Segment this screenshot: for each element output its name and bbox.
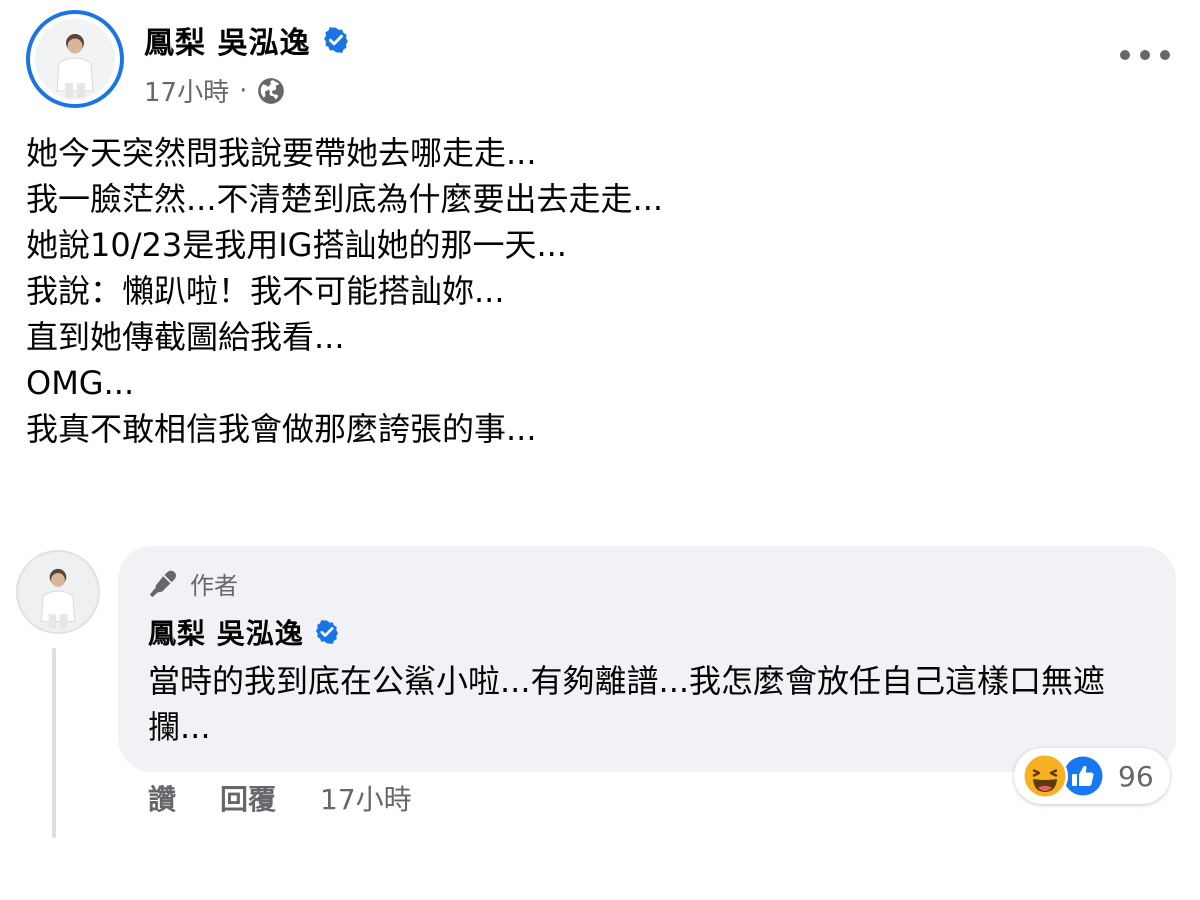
comment-timestamp[interactable]: 17小時 [320,778,412,818]
post-author-avatar[interactable] [26,10,124,108]
comment-actions: 讚 回覆 17小時 [148,778,412,818]
post-timestamp[interactable]: 17小時 [144,72,229,109]
post-text-line: 我一臉茫然...不清楚到底為什麼要出去走走... [26,180,664,218]
comment-bubble: 作者 鳳梨 吳泓逸 當時的我到底在公鯊小啦...有夠離譜...我怎麼會放任自己這… [118,546,1176,772]
verified-badge-icon [324,27,349,53]
post-text-line: 直到她傳截圖給我看... [26,318,345,356]
author-badge: 作者 [148,566,238,601]
person-avatar-icon [21,555,95,629]
reactions-summary[interactable]: 96 [1014,748,1170,804]
globe-icon[interactable] [257,77,285,105]
verified-badge-icon [315,620,338,644]
post-body: 她今天突然問我說要帶她去哪走走... 我一臉茫然...不清楚到底為什麼要出去走走… [26,130,1166,452]
dot-icon [1140,50,1150,60]
post-text-line: 我說：懶趴啦！我不可能搭訕妳... [26,272,505,310]
post-header: 鳳梨 吳泓逸 17小時 · [26,10,1176,110]
post-text-line: 她說10/23是我用IG搭訕她的那一天... [26,226,567,264]
haha-icon [1022,753,1068,799]
comment-thread-line [52,648,56,838]
post-meta: 17小時 · [144,72,285,109]
comment-author-name[interactable]: 鳳梨 吳泓逸 [148,612,304,652]
like-button[interactable]: 讚 [148,778,176,818]
more-options-button[interactable] [1120,40,1170,70]
author-badge-label: 作者 [190,572,238,600]
reply-button[interactable]: 回覆 [220,778,276,818]
dot-icon [1160,50,1170,60]
post-text-line: 她今天突然問我說要帶她去哪走走... [26,134,537,172]
person-avatar-icon [35,19,115,99]
post-text-line: OMG... [26,364,135,402]
dot-icon [1120,50,1130,60]
post-text-line: 我真不敢相信我會做那麼誇張的事... [26,410,537,448]
meta-separator: · [239,75,248,106]
reaction-count: 96 [1118,759,1154,793]
post-author-name[interactable]: 鳳梨 吳泓逸 [144,18,310,62]
comment-text: 當時的我到底在公鯊小啦...有夠離譜...我怎麼會放任自己這樣口無遮攔... [148,662,1106,746]
microphone-icon [149,570,176,597]
comment-author-avatar[interactable] [16,550,100,634]
